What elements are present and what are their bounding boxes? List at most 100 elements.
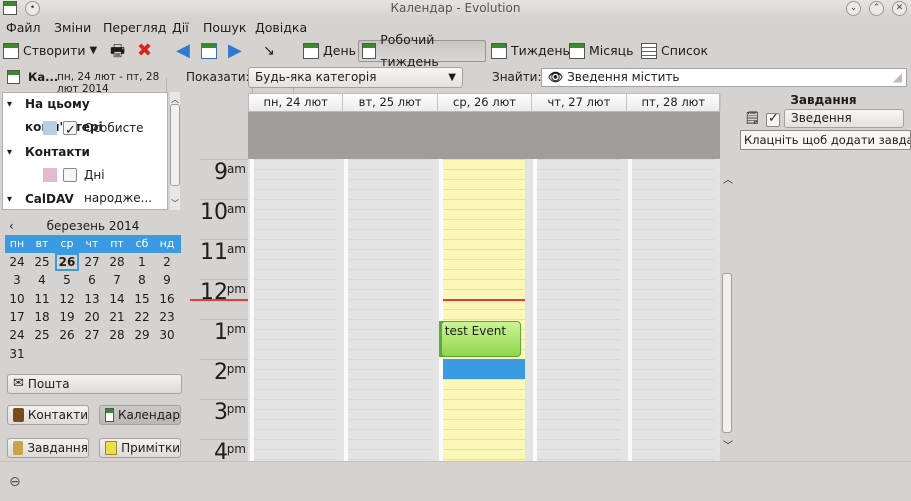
scroll-thumb[interactable] (170, 104, 180, 186)
mini-calendar-day[interactable]: 15 (130, 290, 154, 308)
menu-edit[interactable]: Зміни (54, 20, 91, 35)
day-column[interactable] (250, 159, 337, 461)
pin-icon[interactable]: • (25, 1, 40, 16)
calendar-button[interactable]: Календар (99, 405, 181, 425)
menu-help[interactable]: Довідка (255, 20, 307, 35)
mini-calendar-day[interactable]: 20 (80, 308, 104, 326)
mini-calendar-day[interactable]: 2 (155, 253, 179, 271)
offline-toggle-icon[interactable]: ⊖ (9, 474, 21, 490)
mini-calendar-day[interactable]: 24 (5, 326, 29, 344)
day-column[interactable] (627, 159, 714, 461)
expander-icon[interactable]: ▾ (7, 93, 12, 116)
scroll-down-icon[interactable]: ﹀ (723, 437, 733, 452)
birthdays-checkbox[interactable] (63, 168, 77, 182)
prev-month-icon[interactable]: ‹ (9, 219, 14, 233)
grid-scrollbar[interactable]: ︿ ﹀ (721, 175, 735, 460)
mini-calendar-day[interactable]: 9 (155, 271, 179, 289)
close-icon[interactable]: ✕ (892, 1, 907, 16)
back-button[interactable]: ◀ (173, 40, 193, 62)
expander-icon[interactable]: ▾ (7, 188, 12, 209)
mini-calendar-day[interactable]: 26 (55, 326, 79, 344)
mini-calendar-day[interactable]: 31 (5, 345, 29, 363)
calendar-event[interactable]: test Event (440, 321, 521, 357)
mini-calendar-day[interactable]: 28 (105, 253, 129, 271)
day-columns[interactable]: test Event (248, 159, 720, 461)
binoculars-icon[interactable]: 👁 (548, 70, 563, 84)
new-button[interactable]: Створити ▼ (0, 40, 100, 62)
mini-calendar-day[interactable]: 30 (155, 326, 179, 344)
mini-calendar-day[interactable]: 21 (105, 308, 129, 326)
mini-calendar-day[interactable]: 12 (55, 290, 79, 308)
search-input[interactable]: 👁 Зведення містить ◢ (541, 68, 907, 87)
view-month-button[interactable]: Місяць (566, 40, 637, 62)
menu-search[interactable]: Пошук (203, 20, 246, 35)
mini-calendar-day[interactable]: 17 (5, 308, 29, 326)
mini-calendar-day[interactable]: 19 (55, 308, 79, 326)
selected-time-slot[interactable] (442, 359, 526, 379)
tree-group-contacts[interactable]: ▾ Контакти (3, 141, 167, 164)
mini-calendar-day[interactable]: 5 (55, 271, 79, 289)
mini-calendar-day[interactable]: 28 (105, 326, 129, 344)
contacts-button[interactable]: Контакти (7, 405, 89, 425)
day-column[interactable] (344, 159, 431, 461)
mini-calendar-day[interactable]: 8 (130, 271, 154, 289)
menu-actions[interactable]: Дії (172, 20, 189, 35)
menu-file[interactable]: Файл (6, 20, 41, 35)
tree-group-local[interactable]: ▾ На цьому комп'ютері (3, 93, 167, 134)
mini-calendar-day[interactable]: 29 (130, 326, 154, 344)
tree-group-caldav[interactable]: ▾ CalDAV (3, 188, 167, 209)
jump-to-button[interactable]: ↘ (260, 40, 278, 62)
day-header[interactable]: чт, 27 лют (532, 94, 627, 111)
today-button[interactable] (198, 40, 220, 62)
maximize-icon[interactable]: ⌃ (869, 1, 884, 16)
event-title[interactable]: test Event (445, 324, 506, 338)
mini-calendar-day[interactable]: 27 (80, 253, 104, 271)
scroll-thumb[interactable] (722, 273, 732, 433)
day-header[interactable]: пн, 24 лют (249, 94, 344, 111)
mini-calendar-day[interactable]: 23 (155, 308, 179, 326)
category-select[interactable]: Будь-яка категорія ▼ (248, 67, 463, 88)
mini-calendar-day[interactable]: 10 (5, 290, 29, 308)
task-complete-column-icon[interactable] (766, 111, 780, 127)
mini-calendar-day[interactable]: 11 (30, 290, 54, 308)
delete-button[interactable]: ✖ (134, 40, 155, 62)
mini-calendar-day[interactable]: 6 (80, 271, 104, 289)
mini-calendar-day[interactable]: 25 (30, 253, 54, 271)
app-icon[interactable] (3, 1, 17, 18)
minimize-icon[interactable]: ⌄ (846, 1, 861, 16)
source-list-scrollbar[interactable]: ︿ ﹀ (170, 92, 180, 210)
view-week-button[interactable]: Тиждень (488, 40, 573, 62)
mini-calendar-day[interactable]: 14 (105, 290, 129, 308)
forward-button[interactable]: ▶ (225, 40, 245, 62)
summary-column-header[interactable]: Зведення (784, 109, 904, 128)
day-header[interactable]: вт, 25 лют (343, 94, 438, 111)
expander-icon[interactable]: ▾ (7, 141, 12, 164)
calendar-source-list[interactable]: ▾ На цьому комп'ютері Особисте ▾ Контакт… (2, 92, 168, 210)
scroll-down-icon[interactable]: ﹀ (171, 198, 179, 209)
view-list-button[interactable]: Список (638, 40, 711, 62)
scroll-up-icon[interactable]: ︿ (723, 171, 733, 186)
mini-calendar-day[interactable]: 13 (80, 290, 104, 308)
day-header[interactable]: пт, 28 лют (627, 94, 721, 111)
mini-calendar-day[interactable]: 16 (155, 290, 179, 308)
tree-item-personal[interactable]: Особисте (3, 117, 167, 142)
mini-calendar-day[interactable]: 26 (55, 253, 79, 271)
mini-calendar-day[interactable]: 27 (80, 326, 104, 344)
memos-button[interactable]: Примітки (99, 438, 181, 458)
day-column[interactable] (438, 159, 526, 461)
mini-calendar-day[interactable]: 24 (5, 253, 29, 271)
mail-button[interactable]: ✉ Пошта (7, 374, 182, 394)
tree-item-birthdays[interactable]: Дні народже... (3, 164, 167, 205)
mini-calendar-day[interactable]: 4 (30, 271, 54, 289)
print-button[interactable]: 🖶 (107, 40, 128, 62)
mini-calendar-day[interactable]: 3 (5, 271, 29, 289)
mini-calendar-day[interactable]: 22 (130, 308, 154, 326)
tasks-button[interactable]: Завдання (7, 438, 89, 458)
mini-calendar-day[interactable]: 7 (105, 271, 129, 289)
menu-view[interactable]: Перегляд (103, 20, 166, 35)
mini-calendar-day[interactable]: 25 (30, 326, 54, 344)
personal-checkbox[interactable] (63, 119, 77, 142)
clear-search-icon[interactable]: ◢ (893, 69, 902, 86)
mini-calendar-day[interactable]: 1 (130, 253, 154, 271)
mini-calendar-day[interactable]: 18 (30, 308, 54, 326)
